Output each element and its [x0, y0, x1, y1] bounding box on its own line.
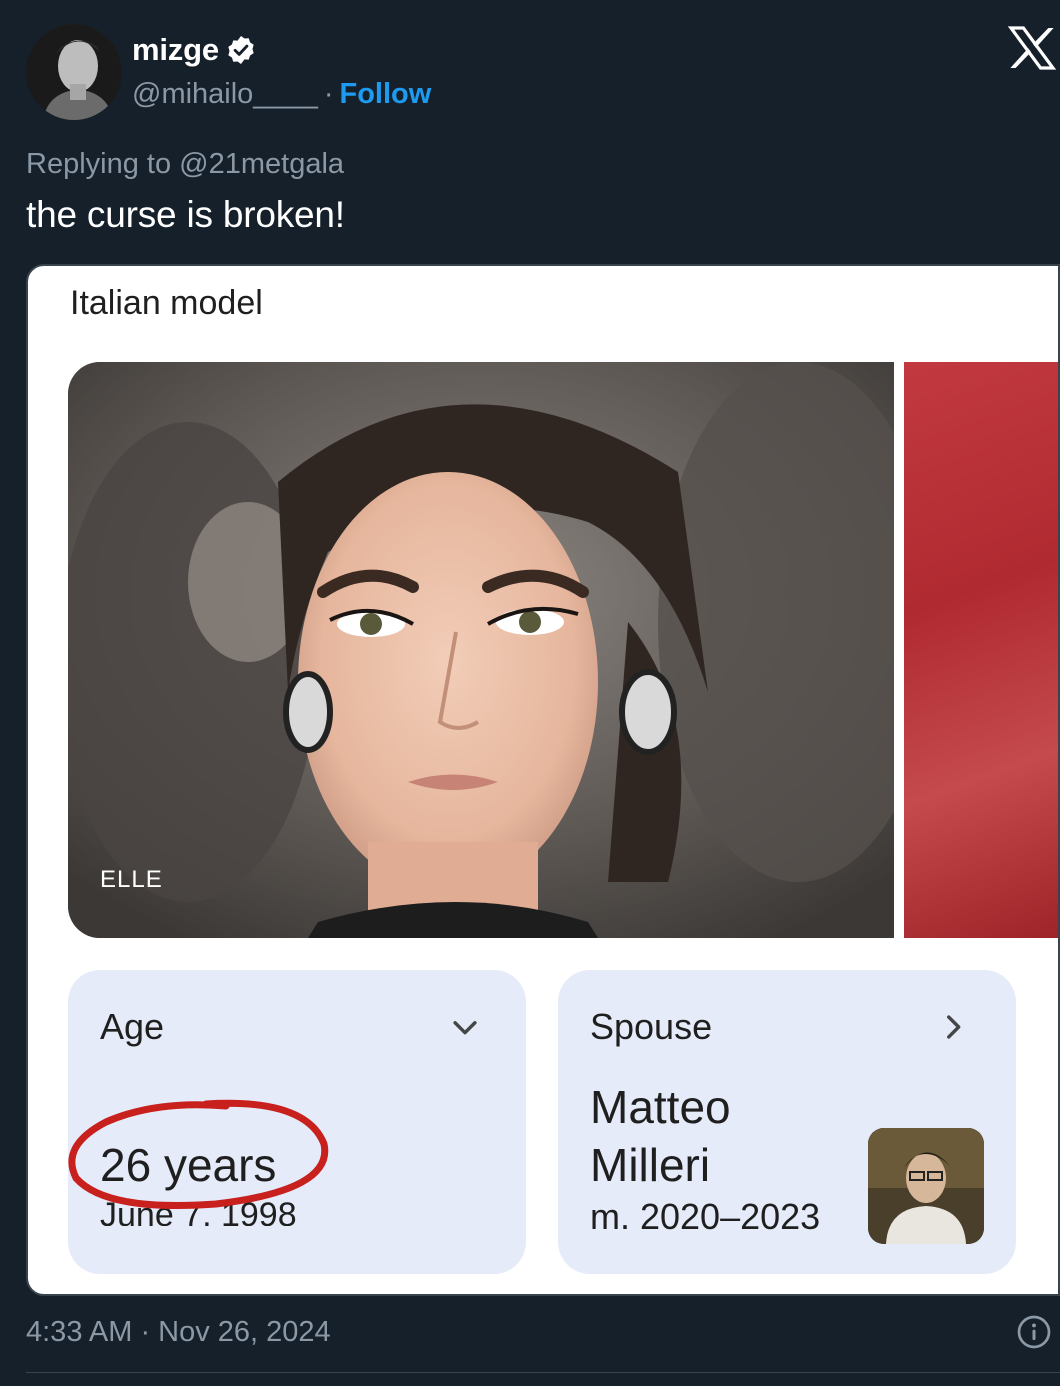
spouse-name[interactable]: Matteo Milleri [590, 1078, 860, 1194]
red-circle-annotation [68, 1099, 329, 1209]
reply-prefix: Replying to [26, 148, 172, 180]
author-handle[interactable]: @mihailo____ [132, 78, 318, 111]
photo-credit: ELLE [100, 866, 163, 893]
tweet: mizge @mihailo____ · Follow Replying to … [0, 0, 1060, 1386]
age-card[interactable]: Age 26 years June 7, 1998 [68, 970, 526, 1274]
reply-context: Replying to @21metgala [26, 148, 344, 181]
chevron-right-icon[interactable] [936, 1010, 970, 1044]
chevron-down-icon[interactable] [448, 1010, 482, 1044]
reply-target-link[interactable]: @21metgala [179, 148, 344, 180]
spouse-years: m. 2020–2023 [590, 1196, 821, 1237]
secondary-photo[interactable] [904, 362, 1058, 938]
age-label: Age [100, 1006, 165, 1047]
author-avatar[interactable] [26, 24, 122, 120]
spouse-card[interactable]: Spouse Matteo Milleri m. 2020–2023 [558, 970, 1016, 1274]
x-logo-icon[interactable] [1008, 26, 1056, 70]
tweet-timestamp[interactable]: 4:33 AM · Nov 26, 2024 [26, 1316, 331, 1349]
author-display-name[interactable]: mizge [132, 32, 219, 68]
spouse-photo[interactable] [868, 1128, 984, 1244]
card-subtitle: Italian model [70, 284, 263, 322]
follow-button[interactable]: Follow [340, 78, 432, 111]
embedded-screenshot[interactable]: Italian model ELLE Age 26 years June 7, … [26, 264, 1060, 1296]
author-name-row: mizge [132, 32, 257, 68]
main-photo[interactable]: ELLE [68, 362, 894, 938]
info-icon[interactable] [1016, 1314, 1052, 1350]
author-handle-row: @mihailo____ · Follow [132, 78, 431, 111]
separator-dot: · [323, 78, 334, 110]
verified-badge-icon [228, 36, 254, 64]
divider [26, 1372, 1060, 1373]
tweet-text: the curse is broken! [26, 194, 345, 235]
spouse-label: Spouse [590, 1006, 713, 1047]
